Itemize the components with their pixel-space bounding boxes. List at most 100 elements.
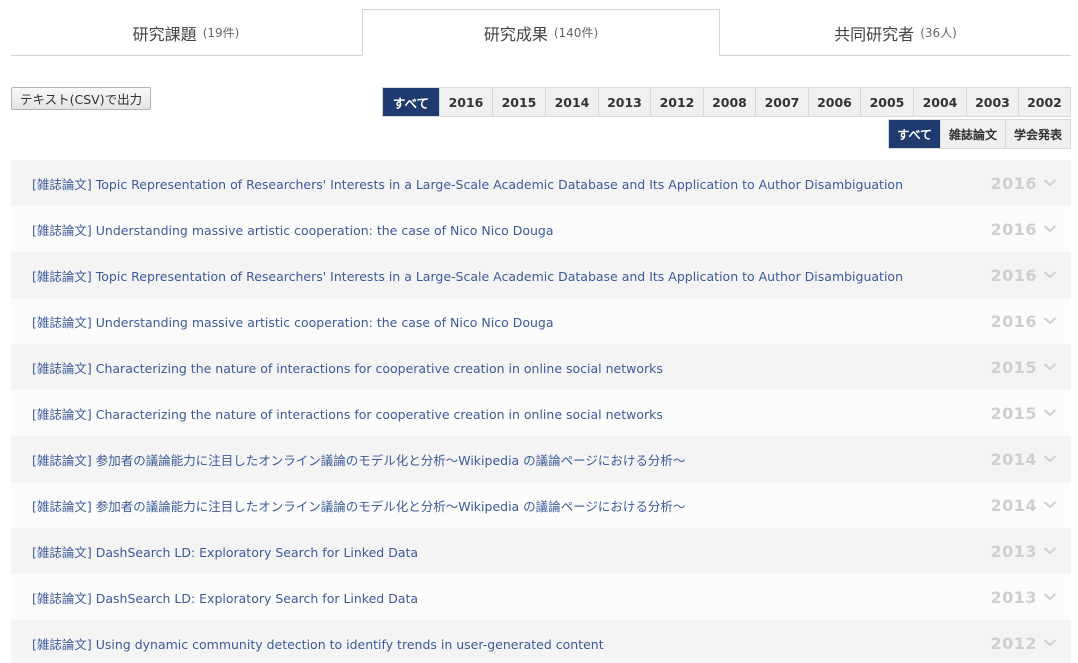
year-filter-2005[interactable]: 2005 — [860, 88, 913, 116]
result-meta: 2013 — [990, 542, 1057, 561]
result-type: [雑誌論文] — [32, 636, 92, 652]
year-filter-2008[interactable]: 2008 — [703, 88, 755, 116]
result-meta: 2016 — [990, 312, 1057, 331]
year-filter-2013[interactable]: 2013 — [598, 88, 650, 116]
chevron-down-icon[interactable] — [1043, 360, 1057, 374]
export-csv-button[interactable]: テキスト(CSV)で出力 — [11, 87, 152, 110]
result-type: [雑誌論文] — [32, 590, 92, 606]
result-row[interactable]: [雑誌論文] 参加者の議論能力に注目したオンライン議論のモデル化と分析〜Wiki… — [11, 436, 1071, 482]
chevron-down-icon[interactable] — [1043, 636, 1057, 650]
year-filter-all[interactable]: すべて — [383, 88, 439, 116]
year-filter-2006[interactable]: 2006 — [808, 88, 860, 116]
chevron-down-icon[interactable] — [1043, 590, 1057, 604]
result-row[interactable]: [雑誌論文] DashSearch LD: Exploratory Search… — [11, 528, 1071, 574]
result-title-link[interactable]: [雑誌論文] DashSearch LD: Exploratory Search… — [32, 588, 418, 607]
result-row[interactable]: [雑誌論文] Topic Representation of Researche… — [11, 160, 1071, 206]
result-year: 2016 — [990, 265, 1037, 285]
tab-count: (19件) — [202, 26, 240, 40]
type-filter-conference[interactable]: 学会発表 — [1004, 120, 1070, 148]
result-title: Using dynamic community detection to ide… — [95, 636, 604, 652]
result-title-link[interactable]: [雑誌論文] Characterizing the nature of inte… — [32, 404, 663, 423]
chevron-down-icon[interactable] — [1043, 314, 1057, 328]
result-title-link[interactable]: [雑誌論文] Understanding massive artistic co… — [32, 220, 553, 239]
result-title: DashSearch LD: Exploratory Search for Li… — [95, 544, 419, 560]
chevron-down-icon[interactable] — [1043, 452, 1057, 466]
year-filter-2004[interactable]: 2004 — [913, 88, 966, 116]
result-title-link[interactable]: [雑誌論文] Topic Representation of Researche… — [32, 266, 903, 285]
tab-label: 共同研究者 — [834, 24, 915, 44]
tab-research-results[interactable]: 研究成果 (140件) — [362, 9, 720, 56]
year-filter-2014[interactable]: 2014 — [545, 88, 598, 116]
result-title-link[interactable]: [雑誌論文] Using dynamic community detection… — [32, 634, 604, 653]
result-year: 2015 — [990, 357, 1037, 377]
result-row[interactable]: [雑誌論文] Topic Representation of Researche… — [11, 252, 1071, 298]
result-year: 2015 — [990, 403, 1037, 423]
result-type: [雑誌論文] — [32, 222, 92, 238]
chevron-down-icon[interactable] — [1043, 406, 1057, 420]
result-meta: 2013 — [990, 588, 1057, 607]
result-type: [雑誌論文] — [32, 268, 92, 284]
result-title-link[interactable]: [雑誌論文] 参加者の議論能力に注目したオンライン議論のモデル化と分析〜Wiki… — [32, 496, 685, 515]
result-row[interactable]: [雑誌論文] Understanding massive artistic co… — [11, 298, 1071, 344]
result-title: 参加者の議論能力に注目したオンライン議論のモデル化と分析〜Wikipedia の… — [95, 498, 686, 514]
result-year: 2012 — [990, 633, 1037, 653]
result-title: Characterizing the nature of interaction… — [95, 360, 663, 376]
result-year: 2014 — [990, 449, 1037, 469]
tab-label: 研究成果 — [483, 24, 548, 44]
result-title: Topic Representation of Researchers' Int… — [95, 176, 903, 192]
result-year: 2013 — [990, 541, 1037, 561]
type-filter-all[interactable]: すべて — [889, 120, 940, 148]
result-title-link[interactable]: [雑誌論文] DashSearch LD: Exploratory Search… — [32, 542, 418, 561]
result-year: 2016 — [990, 173, 1037, 193]
chevron-down-icon[interactable] — [1043, 176, 1057, 190]
tab-count: (140件) — [553, 26, 599, 40]
result-title-link[interactable]: [雑誌論文] Topic Representation of Researche… — [32, 174, 903, 193]
result-row[interactable]: [雑誌論文] Characterizing the nature of inte… — [11, 390, 1071, 436]
result-title-link[interactable]: [雑誌論文] Characterizing the nature of inte… — [32, 358, 663, 377]
result-title: 参加者の議論能力に注目したオンライン議論のモデル化と分析〜Wikipedia の… — [95, 452, 686, 468]
result-meta: 2016 — [990, 220, 1057, 239]
results-list: [雑誌論文] Topic Representation of Researche… — [11, 160, 1071, 663]
result-type: [雑誌論文] — [32, 314, 92, 330]
tab-research-projects[interactable]: 研究課題 (19件) — [11, 9, 361, 56]
result-year: 2016 — [990, 219, 1037, 239]
result-row[interactable]: [雑誌論文] 参加者の議論能力に注目したオンライン議論のモデル化と分析〜Wiki… — [11, 482, 1071, 528]
result-type: [雑誌論文] — [32, 360, 92, 376]
result-title: Understanding massive artistic cooperati… — [95, 222, 554, 238]
chevron-down-icon[interactable] — [1043, 544, 1057, 558]
year-filter: すべて 2016 2015 2014 2013 2012 2008 2007 2006 2005 2… — [382, 87, 1071, 117]
result-meta: 2012 — [990, 634, 1057, 653]
result-title-link[interactable]: [雑誌論文] Understanding massive artistic co… — [32, 312, 553, 331]
chevron-down-icon[interactable] — [1043, 498, 1057, 512]
result-meta: 2015 — [990, 358, 1057, 377]
year-filter-2007[interactable]: 2007 — [755, 88, 808, 116]
year-filter-2003[interactable]: 2003 — [966, 88, 1018, 116]
tab-co-researchers[interactable]: 共同研究者 (36人) — [720, 9, 1071, 56]
result-row[interactable]: [雑誌論文] DashSearch LD: Exploratory Search… — [11, 574, 1071, 620]
result-year: 2014 — [990, 495, 1037, 515]
tab-bar: 研究課題 (19件) 研究成果 (140件) 共同研究者 (36人) — [11, 9, 1071, 56]
year-filter-2012[interactable]: 2012 — [650, 88, 703, 116]
year-filter-2002[interactable]: 2002 — [1018, 88, 1070, 116]
result-type: [雑誌論文] — [32, 406, 92, 422]
chevron-down-icon[interactable] — [1043, 222, 1057, 236]
result-title: Topic Representation of Researchers' Int… — [95, 268, 903, 284]
result-year: 2016 — [990, 311, 1037, 331]
result-title-link[interactable]: [雑誌論文] 参加者の議論能力に注目したオンライン議論のモデル化と分析〜Wiki… — [32, 450, 685, 469]
result-type: [雑誌論文] — [32, 544, 92, 560]
chevron-down-icon[interactable] — [1043, 268, 1057, 282]
result-type: [雑誌論文] — [32, 498, 92, 514]
result-title: DashSearch LD: Exploratory Search for Li… — [95, 590, 419, 606]
result-year: 2013 — [990, 587, 1037, 607]
type-filter-journal[interactable]: 雑誌論文 — [939, 120, 1005, 148]
year-filter-2015[interactable]: 2015 — [492, 88, 545, 116]
result-row[interactable]: [雑誌論文] Characterizing the nature of inte… — [11, 344, 1071, 390]
type-filter: すべて 雑誌論文 学会発表 — [888, 119, 1071, 149]
result-row[interactable]: [雑誌論文] Using dynamic community detection… — [11, 620, 1071, 663]
result-meta: 2015 — [990, 404, 1057, 423]
result-type: [雑誌論文] — [32, 176, 92, 192]
year-filter-2016[interactable]: 2016 — [439, 88, 492, 116]
result-row[interactable]: [雑誌論文] Understanding massive artistic co… — [11, 206, 1071, 252]
tab-label: 研究課題 — [132, 24, 197, 44]
result-meta: 2014 — [990, 450, 1057, 469]
